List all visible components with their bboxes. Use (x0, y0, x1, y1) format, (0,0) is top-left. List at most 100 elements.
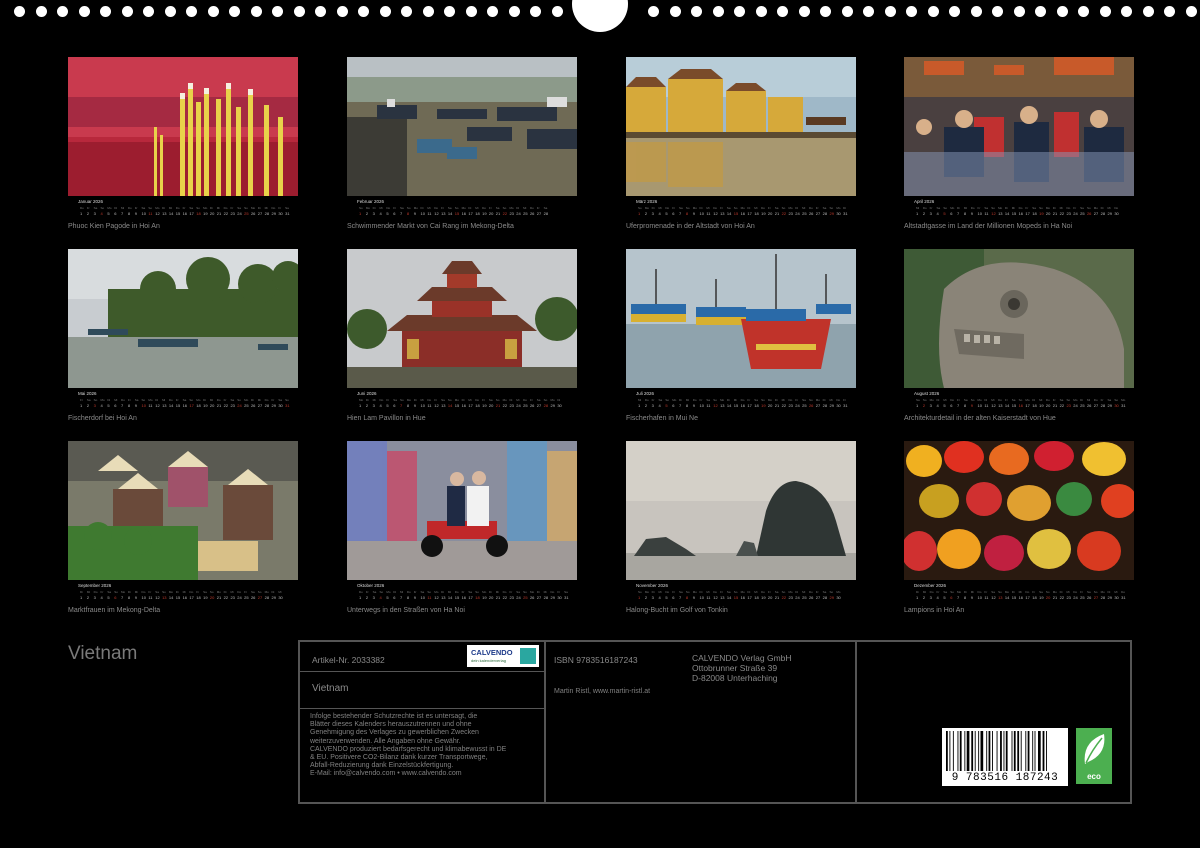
binding-hole (143, 6, 154, 17)
weekday-label: Do (482, 206, 486, 210)
weekday-label: Mi (1087, 398, 1090, 402)
binding-hole (250, 6, 262, 17)
binding-hole (1078, 6, 1089, 17)
photo-hoi-an-riverside (626, 57, 856, 196)
day-number: 27 (258, 595, 263, 600)
weekday-label: Di (271, 590, 274, 594)
month-label: Juni 2026 (357, 391, 377, 396)
barcode-bar (1017, 731, 1020, 771)
weekday-label: Di (114, 206, 117, 210)
day-number: 15 (734, 595, 739, 600)
month-label: Januar 2026 (78, 199, 104, 204)
photo-caption: Schwimmender Markt von Cai Rang im Mekon… (347, 223, 514, 230)
weekday-label: Sa (1012, 398, 1016, 402)
binding-hole (164, 6, 176, 17)
day-number: 12 (991, 595, 996, 600)
day-number: 9 (414, 211, 417, 216)
day-number: 31 (285, 211, 290, 216)
day-number: 20 (768, 403, 773, 408)
weekday-label: Mi (829, 398, 832, 402)
weekday-label: Sa (278, 398, 282, 402)
weekday-label: Di (489, 590, 492, 594)
day-number: 5 (107, 211, 110, 216)
day-number: 15 (455, 211, 460, 216)
weekday-label: Mi (1039, 398, 1042, 402)
binding-hole (100, 6, 111, 17)
weekday-label: Mi (468, 398, 471, 402)
day-number: 9 (971, 403, 974, 408)
day-number: 8 (964, 595, 967, 600)
weekday-label: Do (809, 206, 813, 210)
barcode-bar (946, 731, 948, 771)
day-number: 24 (795, 595, 800, 600)
weekday-label: Sa (537, 398, 541, 402)
day-number: 30 (557, 595, 562, 600)
photo-caption: Unterwegs in den Straßen von Ha Noi (347, 607, 465, 614)
weekday-label: So (713, 398, 717, 402)
barcode-bar (988, 731, 991, 771)
weekday-label: Mi (923, 590, 926, 594)
binding-hole (863, 6, 874, 17)
weekday-label: So (142, 398, 146, 402)
day-number: 8 (686, 211, 689, 216)
day-number: 19 (203, 595, 208, 600)
day-number: 28 (544, 403, 549, 408)
day-number: 2 (87, 595, 90, 600)
weekday-label: So (761, 398, 765, 402)
day-number: 11 (984, 211, 989, 216)
day-number: 19 (1039, 403, 1044, 408)
barcode-bar (986, 731, 988, 771)
day-number: 14 (169, 595, 174, 600)
day-number: 11 (148, 403, 153, 408)
day-number: 22 (224, 403, 229, 408)
binding-hole (444, 6, 455, 17)
day-number: 4 (937, 595, 940, 600)
day-number: 18 (196, 403, 201, 408)
weekday-label: Di (1080, 398, 1083, 402)
day-number: 25 (802, 403, 807, 408)
day-number: 26 (809, 595, 814, 600)
weekday-label: So (448, 398, 452, 402)
day-number: 6 (672, 595, 675, 600)
day-number: 7 (679, 211, 682, 216)
day-number: 13 (441, 595, 446, 600)
binding-hole (186, 6, 197, 17)
weekday-label: Do (530, 206, 534, 210)
day-number: 18 (475, 595, 480, 600)
day-number: 22 (503, 211, 508, 216)
day-number: 1 (916, 595, 919, 600)
binding-hole (35, 6, 47, 17)
weekday-label: Fr (843, 398, 846, 402)
month-calendar-strip: Di1Mi2Do3Fr4Sa5So6Mo7Di8Mi9Do10Fr11Sa12S… (916, 590, 1126, 600)
weekday-label: Fr (271, 398, 274, 402)
weekday-label: Fr (244, 590, 247, 594)
weekday-label: Mo (509, 206, 513, 210)
day-number: 4 (937, 211, 940, 216)
barcode-number: 9 783516 187243 (951, 772, 1059, 784)
weekday-label: Di (155, 398, 158, 402)
weekday-label: Mi (1012, 206, 1015, 210)
weekday-label: So (638, 206, 642, 210)
day-number: 13 (162, 595, 167, 600)
weekday-label: So (829, 206, 833, 210)
day-number: 25 (802, 595, 807, 600)
day-number: 6 (114, 211, 117, 216)
weekday-label: Di (795, 590, 798, 594)
weekday-label: Mo (359, 398, 363, 402)
binding-hole (1185, 6, 1197, 17)
day-number: 13 (998, 211, 1003, 216)
day-number: 18 (1032, 403, 1037, 408)
day-number: 7 (400, 403, 403, 408)
day-number: 19 (203, 403, 208, 408)
day-number: 21 (496, 595, 501, 600)
weekday-label: Fr (768, 206, 771, 210)
binding-hole (508, 6, 520, 17)
legal-line: Blätter dieses Kalenders herauszutrennen… (310, 721, 472, 729)
binding-hole (1121, 6, 1132, 17)
weekday-label: Mi (258, 398, 261, 402)
weekday-label: Mi (916, 206, 919, 210)
day-number: 19 (482, 403, 487, 408)
day-number: 30 (836, 403, 841, 408)
weekday-label: Di (984, 398, 987, 402)
photo-fishing-village (68, 249, 298, 388)
